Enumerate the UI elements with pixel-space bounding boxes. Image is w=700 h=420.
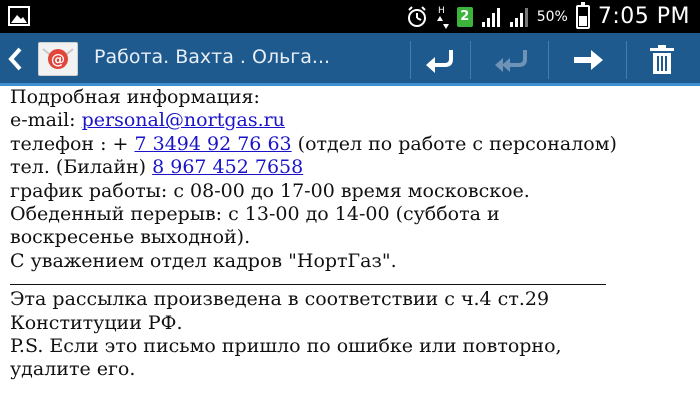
back-chevron-icon[interactable] (6, 46, 26, 72)
svg-text:@: @ (51, 52, 65, 68)
status-bar: H 2 50% 7:05 PM (0, 0, 700, 33)
beeline-number-link[interactable]: 8 967 452 7658 (152, 156, 303, 178)
signal-icon-2 (509, 6, 529, 28)
email-line: e-mail: personal@nortgas.ru (10, 109, 694, 132)
phone-label: телефон : + (10, 132, 135, 155)
ps-line-1: P.S. Если это письмо пришло по ошибке ил… (10, 335, 562, 358)
divider-line (10, 273, 606, 286)
toolbar-divider (548, 41, 549, 79)
ps-line-2: удалите его. (10, 358, 136, 381)
email-app-icon[interactable]: @ (38, 42, 78, 76)
email-body: Подробная информация: e-mail: personal@n… (10, 86, 694, 382)
data-arrows-icon: H (436, 4, 449, 30)
battery-level: 50% (536, 8, 568, 25)
notice-line-1: Эта рассылка произведена в соответствии … (10, 288, 550, 311)
phone-line: телефон : + 7 3494 92 76 63 (отдел по ра… (10, 133, 694, 156)
clock: 7:05 PM (597, 4, 690, 29)
lunch-line-2: воскресенье выходной). (10, 226, 251, 249)
toolbar-divider (410, 41, 411, 79)
toolbar-divider (470, 41, 471, 79)
svg-text:H: H (438, 6, 445, 16)
toolbar-divider (626, 41, 627, 79)
beeline-line: тел. (Билайн) 8 967 452 7658 (10, 156, 694, 179)
action-bar: @ Работа. Вахта . Ольга... (0, 33, 700, 86)
picture-icon (8, 6, 30, 26)
reply-all-icon[interactable] (486, 41, 538, 79)
alarm-icon (405, 5, 429, 29)
email-address-link[interactable]: personal@nortgas.ru (82, 109, 285, 131)
signature-line: С уважением отдел кадров "НортГаз". (10, 249, 397, 272)
phone-number-link[interactable]: 7 3494 92 76 63 (134, 133, 291, 155)
forward-icon[interactable] (562, 41, 614, 79)
notice-line-2: Конституции РФ. (10, 311, 183, 334)
battery-icon (575, 1, 590, 29)
phone-note: (отдел по работе с персоналом) (291, 132, 617, 155)
beeline-label: тел. (Билайн) (10, 156, 153, 179)
trash-icon[interactable] (636, 41, 688, 79)
sim-card-icon: 2 (456, 6, 473, 27)
schedule-line: график работы: с 08-00 до 17-00 время мо… (10, 179, 530, 202)
signal-icon (481, 6, 501, 28)
email-label: e-mail: (10, 109, 82, 132)
lunch-line-1: Обеденный перерыв: с 13-00 до 14-00 (суб… (10, 203, 500, 226)
email-subject-title: Работа. Вахта . Ольга... (94, 46, 331, 68)
reply-icon[interactable] (414, 41, 466, 79)
info-heading: Подробная информация: (10, 86, 260, 108)
